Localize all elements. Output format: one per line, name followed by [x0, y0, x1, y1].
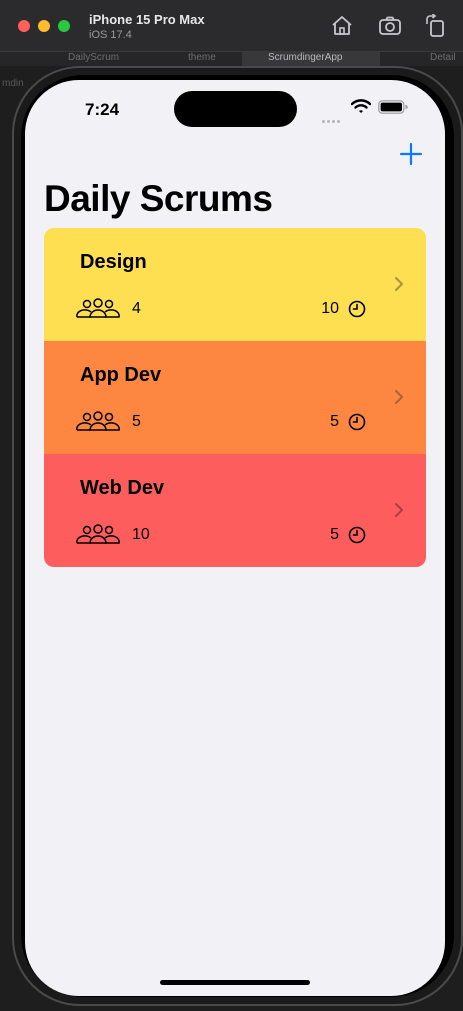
- close-window-button[interactable]: [18, 20, 30, 32]
- scrum-row-web-dev[interactable]: Web Dev 10 5: [44, 454, 426, 567]
- scrum-length: 5: [330, 413, 339, 430]
- device-name: iPhone 15 Pro Max: [89, 12, 205, 27]
- chevron-right-icon: [395, 277, 403, 291]
- home-icon[interactable]: [330, 14, 354, 38]
- wifi-icon: [351, 99, 371, 113]
- dynamic-island: [174, 91, 297, 127]
- attendee-count: 4: [132, 300, 141, 317]
- clock-icon: [348, 413, 366, 431]
- people-icon: [76, 298, 120, 318]
- scrum-title: App Dev: [80, 364, 162, 386]
- people-icon: [76, 411, 120, 431]
- attendee-count: 5: [132, 413, 141, 430]
- xcode-tab-active[interactable]: ScrumdingerApp: [268, 52, 342, 63]
- scrum-length: 10: [321, 300, 339, 317]
- battery-icon: [378, 100, 408, 114]
- status-time: 7:24: [85, 100, 120, 119]
- attendee-count: 10: [132, 526, 150, 543]
- chevron-right-icon: [395, 390, 403, 404]
- app-screen: 7:24 Daily Scrums Design 4 10 App Dev 5 …: [25, 80, 445, 996]
- cellular-signal-icon: [322, 110, 342, 128]
- xcode-tab[interactable]: theme: [188, 52, 216, 63]
- zoom-window-button[interactable]: [58, 20, 70, 32]
- scrum-title: Design: [80, 251, 147, 273]
- scrum-title: Web Dev: [80, 477, 165, 499]
- scrum-row-design[interactable]: Design 4 10: [44, 228, 426, 341]
- xcode-partial-text: mdin: [2, 78, 24, 89]
- xcode-tab[interactable]: Detail: [430, 52, 456, 63]
- page-title: Daily Scrums: [44, 178, 273, 219]
- device-os-version: iOS 17.4: [89, 29, 132, 41]
- plus-icon[interactable]: [399, 142, 423, 166]
- scrum-row-app-dev[interactable]: App Dev 5 5: [44, 341, 426, 454]
- home-indicator[interactable]: [160, 980, 310, 985]
- minimize-window-button[interactable]: [38, 20, 50, 32]
- rotate-icon[interactable]: [424, 14, 448, 38]
- scrum-length: 5: [330, 526, 339, 543]
- chevron-right-icon: [395, 503, 403, 517]
- clock-icon: [348, 300, 366, 318]
- simulator-title-bar: iPhone 15 Pro Max iOS 17.4: [0, 0, 463, 52]
- xcode-tab[interactable]: DailyScrum: [68, 52, 119, 63]
- clock-icon: [348, 526, 366, 544]
- camera-icon[interactable]: [378, 14, 402, 38]
- people-icon: [76, 524, 120, 544]
- scrum-list: Design 4 10 App Dev 5 5 Web Dev 10 5: [44, 228, 426, 567]
